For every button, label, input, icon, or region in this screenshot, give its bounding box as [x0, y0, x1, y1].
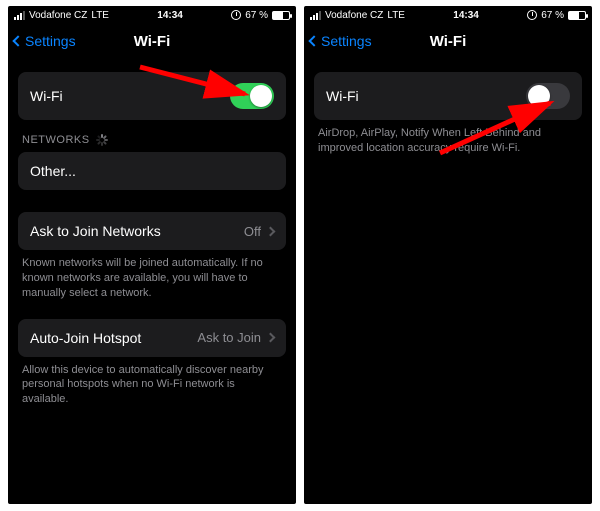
network-type-label: LTE: [91, 10, 109, 21]
auto-join-hotspot-value: Ask to Join: [197, 330, 261, 345]
signal-bars-icon: [14, 11, 25, 20]
auto-join-hotspot-label: Auto-Join Hotspot: [30, 330, 141, 346]
battery-pct-label: 67 %: [245, 10, 268, 21]
wifi-toggle-row[interactable]: Wi-Fi: [18, 72, 286, 120]
spinner-icon: [96, 134, 108, 146]
status-bar: Vodafone CZ LTE 14:34 67 %: [304, 6, 592, 24]
clock-label: 14:34: [405, 10, 527, 21]
chevron-right-icon: [266, 333, 276, 343]
auto-join-hotspot-desc: Allow this device to automatically disco…: [8, 357, 296, 408]
network-type-label: LTE: [387, 10, 405, 21]
battery-icon: [568, 11, 586, 20]
battery-pct-label: 67 %: [541, 10, 564, 21]
carrier-label: Vodafone CZ: [29, 10, 87, 21]
signal-bars-icon: [310, 11, 321, 20]
chevron-left-icon: [308, 35, 319, 46]
ask-to-join-label: Ask to Join Networks: [30, 223, 161, 239]
networks-header: NETWORKS: [8, 134, 296, 146]
ask-to-join-desc: Known networks will be joined automatica…: [8, 250, 296, 301]
chevron-right-icon: [266, 226, 276, 236]
carrier-label: Vodafone CZ: [325, 10, 383, 21]
page-title: Wi-Fi: [134, 33, 171, 50]
clock-label: 14:34: [109, 10, 231, 21]
battery-icon: [272, 11, 290, 20]
nav-bar: Settings Wi-Fi: [304, 24, 592, 58]
back-label: Settings: [321, 33, 372, 49]
ask-to-join-value: Off: [244, 224, 261, 239]
back-label: Settings: [25, 33, 76, 49]
status-bar: Vodafone CZ LTE 14:34 67 %: [8, 6, 296, 24]
wifi-toggle[interactable]: [526, 83, 570, 109]
chevron-left-icon: [12, 35, 23, 46]
wifi-toggle[interactable]: [230, 83, 274, 109]
wifi-toggle-row[interactable]: Wi-Fi: [314, 72, 582, 120]
alarm-icon: [231, 10, 241, 20]
auto-join-hotspot-row[interactable]: Auto-Join Hotspot Ask to Join: [18, 319, 286, 357]
alarm-icon: [527, 10, 537, 20]
back-button[interactable]: Settings: [14, 24, 76, 58]
wifi-label: Wi-Fi: [30, 88, 63, 104]
wifi-off-desc: AirDrop, AirPlay, Notify When Left Behin…: [304, 120, 592, 156]
other-network-row[interactable]: Other...: [18, 152, 286, 190]
wifi-label: Wi-Fi: [326, 88, 359, 104]
screenshot-wifi-on: Vodafone CZ LTE 14:34 67 % Settings Wi-F…: [8, 6, 296, 504]
other-label: Other...: [30, 163, 76, 179]
nav-bar: Settings Wi-Fi: [8, 24, 296, 58]
ask-to-join-row[interactable]: Ask to Join Networks Off: [18, 212, 286, 250]
screenshot-wifi-off: Vodafone CZ LTE 14:34 67 % Settings Wi-F…: [304, 6, 592, 504]
page-title: Wi-Fi: [430, 33, 467, 50]
back-button[interactable]: Settings: [310, 24, 372, 58]
